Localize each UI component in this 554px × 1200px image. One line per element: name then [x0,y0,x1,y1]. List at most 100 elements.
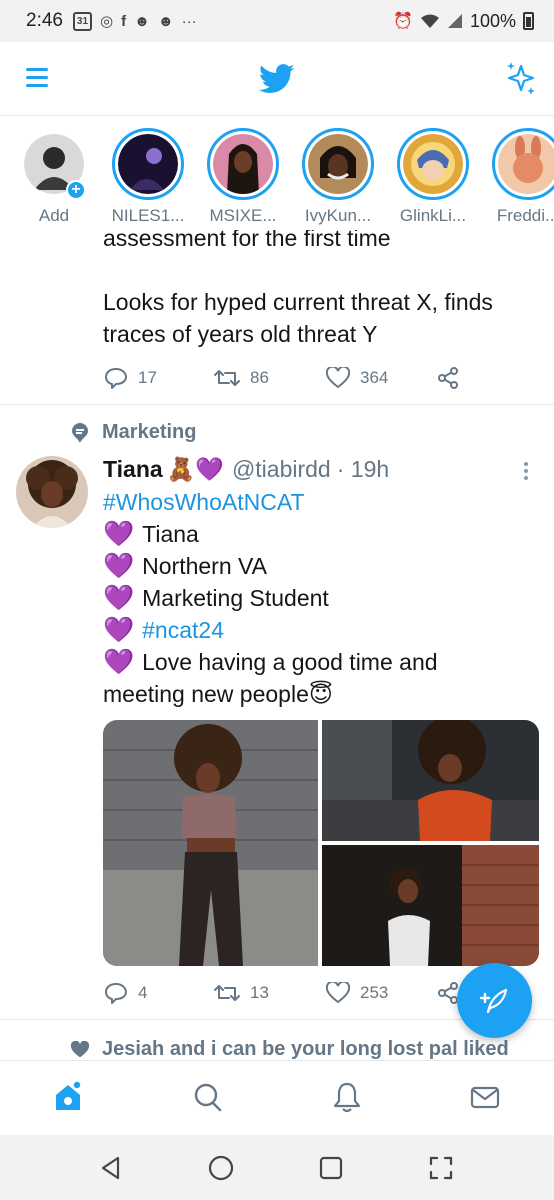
fleet-label: MSIXE... [209,206,277,225]
reply-button[interactable]: 4 [104,981,214,1005]
tweet-time: · 19h [336,456,390,482]
tweet-actions: 4 13 253 [104,981,460,1005]
fleet-item[interactable]: Freddi... [488,128,554,226]
nav-search[interactable] [193,1081,223,1118]
hashtag-link[interactable]: #ncat24 [142,617,224,643]
tweet-header[interactable]: Tiana 🧸💜 @tiabirdd · 19h [103,456,389,483]
nav-home[interactable] [53,1080,83,1118]
tweet-photo[interactable] [103,720,318,966]
facebook-icon: f [121,12,127,30]
fleets-row: + Add NILES1... MSIXE... IvyKun... Glink… [0,117,554,230]
fleet-label: IvyKun... [304,206,372,225]
instagram-icon: ◎ [99,13,114,30]
twitter-bird-icon [259,64,295,93]
wifi-icon [420,14,439,28]
avatar [403,134,463,194]
back-icon [101,1156,120,1180]
previous-tweet-text: assessment for the first time Looks for … [103,230,493,347]
notification-icons: 31 ◎ f ☻ ☻ ··· [72,11,197,31]
fleet-item[interactable]: IvyKun... [298,128,378,226]
home-icon [56,1080,82,1110]
search-icon [194,1083,222,1112]
tweet-text: #WhosWhoAtNCAT 💜 Tiana 💜 Northern VA 💜 Mark… [103,486,543,710]
sparkle-icon[interactable] [505,60,537,96]
battery-icon [523,12,534,30]
share-icon [438,367,458,389]
reddit-icon: ☻ [134,12,150,30]
more-notifications-icon: ··· [181,12,197,30]
system-status: ⏰ 100% [393,11,534,32]
fleet-item[interactable]: MSIXE... [203,128,283,226]
heart-icon [326,367,350,389]
reply-button[interactable]: 17 [104,366,214,390]
back-button[interactable] [98,1155,124,1186]
heart-filled-icon [70,1040,90,1057]
social-context[interactable]: Jesiah and i can be your long lost pal l… [70,1038,509,1060]
retweet-button[interactable]: 13 [214,982,326,1004]
avatar [308,134,368,194]
bell-icon [333,1082,361,1113]
top-app-bar [0,42,554,116]
retweet-icon [214,985,240,1001]
screenshot-icon [429,1156,453,1180]
heart-icon [326,982,350,1004]
add-fleet-icon[interactable]: + [66,180,86,200]
purple-heart-emoji: 💜 [103,552,135,580]
tweet-media-grid [103,720,539,966]
retweet-button[interactable]: 86 [214,367,326,389]
menu-icon[interactable] [26,68,48,88]
avatar [498,134,554,194]
fleet-label: Add [38,206,70,225]
avatar [118,134,178,194]
like-button[interactable]: 364 [326,367,436,389]
recents-button[interactable] [318,1155,344,1186]
name-emojis: 🧸💜 [166,456,224,482]
tweet-divider [0,404,554,405]
fleet-label: NILES1... [111,206,185,225]
home-circle-icon [208,1155,234,1181]
previous-tweet-actions: 17 86 364 [104,366,460,390]
nav-messages[interactable] [470,1081,500,1118]
share-button[interactable] [436,366,460,390]
compose-tweet-button[interactable] [457,963,532,1038]
status-bar: 2:46 31 ◎ f ☻ ☻ ··· ⏰ 100% [0,0,554,42]
fleet-item[interactable]: NILES1... [108,128,188,226]
tweet-photo[interactable] [322,720,539,841]
purple-heart-emoji: 💜 [103,520,135,548]
nav-notifications[interactable] [332,1081,362,1118]
reply-icon [105,368,127,389]
battery-percent: 100% [469,10,516,31]
purple-heart-emoji: 💜 [103,616,135,644]
mail-icon [470,1086,500,1109]
more-options-icon[interactable] [523,462,529,482]
avatar [213,134,273,194]
recents-icon [319,1156,343,1180]
reply-icon [105,983,127,1004]
fleet-label: Freddi... [496,206,554,225]
fleet-label: GlinkLi... [399,206,467,225]
alarm-icon: ⏰ [393,13,413,30]
screenshot-button[interactable] [428,1155,454,1186]
home-button[interactable] [208,1155,234,1186]
author-avatar[interactable] [16,456,88,528]
bottom-navigation [0,1060,554,1135]
fleet-item[interactable]: GlinkLi... [393,128,473,226]
timeline[interactable]: assessment for the first time Looks for … [0,230,554,1060]
status-time: 2:46 [26,10,63,31]
fleet-add[interactable]: + Add [14,128,94,226]
display-name: Tiana [103,456,163,482]
hashtag-link[interactable]: #WhosWhoAtNCAT [103,486,543,518]
user-handle: @tiabirdd [231,456,331,482]
like-button[interactable]: 253 [326,982,436,1004]
avatar [16,456,88,528]
purple-heart-emoji: 💜 [103,584,135,612]
signal-icon [447,14,462,28]
social-context[interactable]: Marketing [70,421,196,444]
retweet-icon [214,370,240,386]
topic-icon [72,422,88,443]
reddit-icon: ☻ [157,12,174,30]
compose-icon [479,988,507,1013]
system-navigation-bar [0,1135,554,1200]
calendar-icon: 31 [72,11,92,31]
tweet-photo[interactable] [322,845,539,966]
